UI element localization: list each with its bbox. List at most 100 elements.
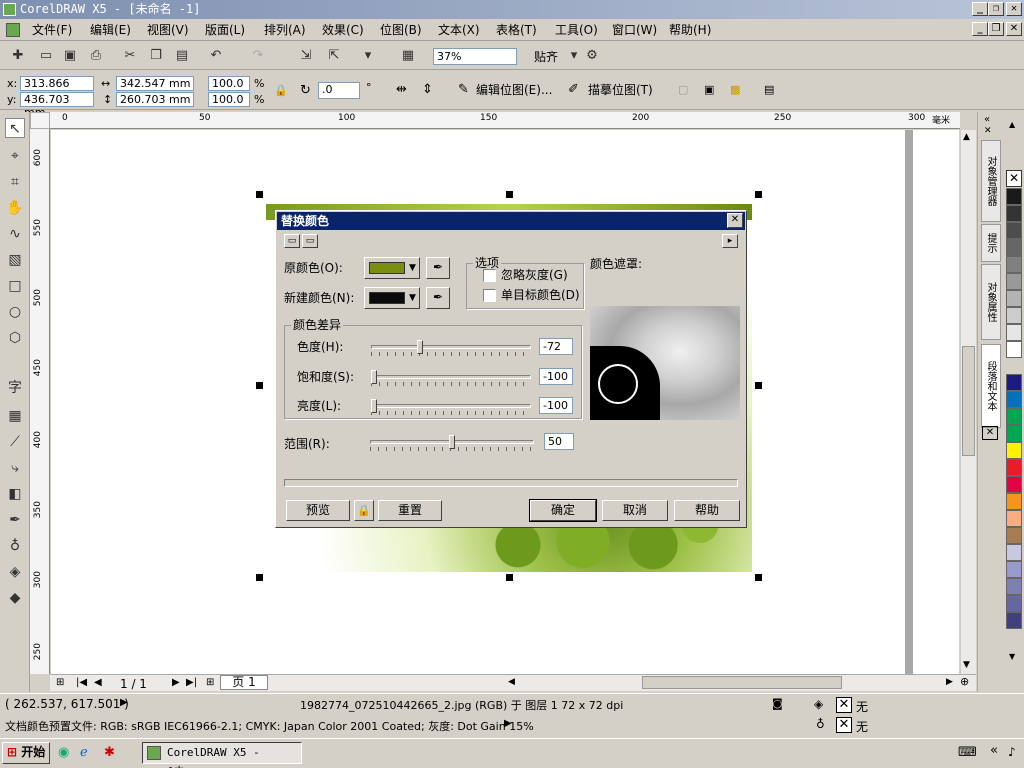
mirror-v-icon[interactable]: ⇕	[422, 83, 433, 97]
status-arrow-icon[interactable]: ▶	[120, 697, 128, 708]
page-prev-icon[interactable]: |◀	[76, 677, 87, 688]
palette-swatch[interactable]	[1006, 391, 1022, 408]
scale-width-field[interactable]: 100.0	[208, 76, 250, 91]
palette-swatch[interactable]	[1006, 273, 1022, 290]
menu-table[interactable]: 表格(T)	[496, 22, 537, 38]
maximize-button[interactable]: ❐	[988, 2, 1004, 16]
palette-swatch[interactable]	[1006, 442, 1022, 459]
navigator-icon[interactable]: ⊕	[960, 675, 969, 688]
export-icon[interactable]: ⇱	[326, 48, 342, 64]
menu-view[interactable]: 视图(V)	[147, 22, 189, 38]
palette-swatch[interactable]	[1006, 341, 1022, 358]
profile-arrow-icon[interactable]: ▶	[504, 718, 512, 729]
palette-swatch[interactable]	[1006, 578, 1022, 595]
selection-handle[interactable]	[256, 382, 263, 389]
palette-swatch[interactable]	[1006, 459, 1022, 476]
palette-swatch[interactable]	[1006, 544, 1022, 561]
palette-swatch[interactable]	[1006, 222, 1022, 239]
zoom-select[interactable]: 37%	[433, 48, 517, 65]
menu-file[interactable]: 文件(F)	[32, 22, 72, 38]
crop-tool-icon[interactable]: ⌗	[5, 172, 25, 192]
menu-effects[interactable]: 效果(C)	[322, 22, 364, 38]
slider-thumb[interactable]	[417, 340, 423, 354]
ruler-corner[interactable]	[30, 112, 50, 129]
redo-icon[interactable]: ↷	[250, 48, 266, 64]
smart-fill-icon[interactable]: ▧	[5, 250, 25, 270]
brightness-value-field[interactable]: -100	[539, 397, 573, 414]
import-icon[interactable]: ⇲	[298, 48, 314, 64]
palette-swatch[interactable]	[1006, 595, 1022, 612]
vertical-ruler[interactable]: 600 550 500 450 400 350 300 250	[30, 129, 50, 674]
ellipse-tool-icon[interactable]: ○	[5, 302, 25, 322]
selection-handle[interactable]	[755, 574, 762, 581]
slider-thumb[interactable]	[371, 370, 377, 384]
palette-swatch[interactable]	[1006, 205, 1022, 222]
saturation-slider[interactable]	[371, 370, 531, 386]
page-first-icon[interactable]: ⊞	[56, 677, 64, 688]
snap-dropdown-icon[interactable]: ▾	[566, 48, 582, 64]
docker-tab-object-manager[interactable]: 对象管理器	[981, 140, 1001, 222]
scroll-thumb[interactable]	[962, 346, 975, 456]
scroll-up-icon[interactable]: ▲	[963, 132, 970, 142]
range-slider[interactable]	[370, 435, 534, 451]
eyedropper-tool-icon[interactable]: ✒	[5, 510, 25, 530]
trace-bitmap-button[interactable]: 描摹位图(T)	[588, 83, 653, 97]
selection-handle[interactable]	[506, 574, 513, 581]
new-eyedropper-button[interactable]: ✒	[426, 287, 450, 309]
preview-lock-button[interactable]: 🔒	[354, 500, 374, 521]
menu-edit[interactable]: 编辑(E)	[90, 22, 131, 38]
page-next-icon[interactable]: ▶	[172, 677, 180, 688]
menu-window[interactable]: 窗口(W)	[612, 22, 657, 38]
selection-handle[interactable]	[755, 191, 762, 198]
minimize-button[interactable]: _	[972, 2, 988, 16]
outline-tool-icon[interactable]: ♁	[5, 536, 25, 556]
print-icon[interactable]: ⎙	[88, 48, 104, 64]
trace-bitmap-icon[interactable]: ✐	[568, 83, 579, 97]
slider-thumb[interactable]	[449, 435, 455, 449]
single-target-checkbox[interactable]	[483, 289, 496, 302]
keyboard-icon[interactable]: ⌨	[958, 745, 977, 760]
interactive-fill-icon[interactable]: ◆	[5, 588, 25, 608]
undo-icon[interactable]: ↶	[208, 48, 224, 64]
range-value-field[interactable]: 50	[544, 433, 574, 450]
palette-swatch[interactable]	[1006, 239, 1022, 256]
freehand-tool-icon[interactable]: ∿	[5, 224, 25, 244]
hue-slider[interactable]	[371, 340, 531, 356]
saturation-value-field[interactable]: -100	[539, 368, 573, 385]
fill-tool-icon[interactable]: ◈	[5, 562, 25, 582]
reset-button[interactable]: 重置	[378, 500, 442, 521]
height-field[interactable]: 260.703 mm	[116, 92, 194, 107]
palette-up-icon[interactable]: ▲	[1009, 120, 1015, 129]
quicklaunch-app-icon[interactable]: ✱	[104, 745, 115, 760]
mirror-h-icon[interactable]: ⇹	[396, 83, 407, 97]
menu-bitmaps[interactable]: 位图(B)	[380, 22, 422, 38]
selection-handle[interactable]	[256, 191, 263, 198]
help-button[interactable]: 帮助	[674, 500, 740, 521]
text-tool-icon[interactable]: 字	[5, 378, 25, 398]
palette-swatch[interactable]	[1006, 290, 1022, 307]
expand-button[interactable]: ▸	[722, 234, 738, 248]
dimension-tool-icon[interactable]: ⟋	[5, 432, 25, 452]
cancel-button[interactable]: 取消	[602, 500, 668, 521]
connector-tool-icon[interactable]: ⤷	[5, 458, 25, 478]
docker-tab-paragraph-text[interactable]: 段落和文本	[981, 344, 1001, 428]
copy-icon[interactable]: ❐	[148, 48, 164, 64]
page-add-icon[interactable]: ⊞	[206, 677, 214, 688]
menu-tools[interactable]: 工具(O)	[555, 22, 598, 38]
polygon-tool-icon[interactable]: ⬡	[5, 328, 25, 348]
docker-collapse-icon[interactable]: «	[984, 114, 990, 125]
palette-down-icon[interactable]: ▼	[1009, 652, 1015, 661]
menu-help[interactable]: 帮助(H)	[669, 22, 711, 38]
tray-speaker-icon[interactable]: ♪	[1008, 745, 1016, 759]
palette-swatch[interactable]	[1006, 188, 1022, 205]
palette-swatch[interactable]	[1006, 476, 1022, 493]
selection-handle[interactable]	[506, 191, 513, 198]
docker-tab-object-properties[interactable]: 对象属性	[981, 264, 1001, 340]
table-tool-icon[interactable]: ▦	[5, 406, 25, 426]
preview-button[interactable]: 预览	[286, 500, 350, 521]
cut-icon[interactable]: ✂	[122, 48, 138, 64]
page-tab[interactable]: 页 1	[220, 675, 268, 690]
rotation-field[interactable]: .0	[318, 82, 360, 99]
welcome-icon[interactable]: ▦	[400, 48, 416, 64]
palette-swatch[interactable]	[1006, 612, 1022, 629]
